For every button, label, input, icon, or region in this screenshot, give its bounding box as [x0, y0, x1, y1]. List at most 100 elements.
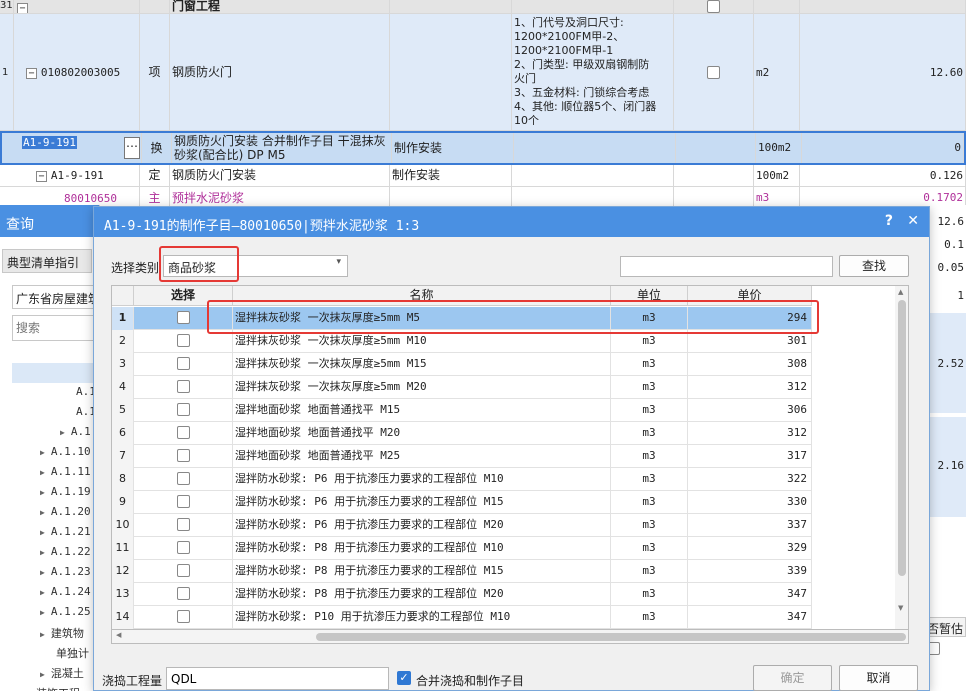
- row-index: 6: [112, 422, 134, 445]
- column-select[interactable]: 选择: [134, 286, 233, 306]
- confirm-button[interactable]: 确定: [753, 665, 832, 691]
- expand-arrow-icon[interactable]: ▶: [40, 508, 45, 517]
- expand-arrow-icon[interactable]: ▶: [40, 568, 45, 577]
- more-button[interactable]: ⋯: [124, 137, 140, 159]
- merge-checkbox[interactable]: ✓: [397, 671, 411, 685]
- row-price: 308: [688, 353, 812, 376]
- row-checkbox[interactable]: [176, 449, 190, 462]
- category-select[interactable]: 商品砂浆 ▾: [163, 255, 348, 277]
- row-checkbox[interactable]: [176, 357, 190, 370]
- tree-item[interactable]: ▶ 建筑物: [40, 625, 84, 641]
- tree-item[interactable]: ▶ A.1.10: [40, 445, 91, 458]
- table-row[interactable]: 14 湿拌防水砂浆: P10 用于抗渗压力要求的工程部位 M10 m3 347: [112, 606, 812, 629]
- vertical-scrollbar[interactable]: ▲ ▼: [895, 286, 908, 629]
- vertical-scrollbar-thumb[interactable]: [898, 300, 906, 576]
- row-checkbox[interactable]: [176, 426, 190, 439]
- table-row[interactable]: 6 湿拌地面砂浆 地面普通找平 M20 m3 312: [112, 422, 812, 445]
- tree-item[interactable]: ▶ A.1: [60, 425, 91, 438]
- expand-arrow-icon[interactable]: ▶: [40, 528, 45, 537]
- tree-item[interactable]: ▶ A.1.11: [40, 465, 91, 478]
- row-checkbox[interactable]: [176, 380, 190, 393]
- row-checkbox[interactable]: [176, 564, 190, 577]
- expand-arrow-icon[interactable]: ▶: [40, 670, 45, 679]
- expand-arrow-icon[interactable]: ▶: [40, 548, 45, 557]
- row-checkbox[interactable]: [176, 541, 190, 554]
- tree-item[interactable]: ▶ A.1.22: [40, 545, 91, 558]
- quota-spec: 制作安装: [390, 165, 512, 186]
- grid-row-item[interactable]: 1 − 010802003005 项 钢质防火门 1、门代号及洞口尺寸: 120…: [0, 14, 966, 131]
- tree-item-label: A.1.24: [50, 585, 91, 598]
- scroll-left-icon[interactable]: ◀: [116, 631, 121, 639]
- table-row[interactable]: 4 湿拌抹灰砂浆 一次抹灰厚度≥5mm M20 m3 312: [112, 376, 812, 399]
- checkbox[interactable]: [707, 66, 720, 79]
- scroll-down-icon[interactable]: ▼: [898, 604, 903, 612]
- tree-item[interactable]: ▶ A.1.21: [40, 525, 91, 538]
- horizontal-scrollbar-thumb[interactable]: [316, 633, 906, 641]
- item-name: 钢质防火门: [170, 14, 390, 130]
- table-row[interactable]: 9 湿拌防水砂浆: P6 用于抗渗压力要求的工程部位 M15 m3 330: [112, 491, 812, 514]
- tree-item[interactable]: ▶ A.1.20: [40, 505, 91, 518]
- tree-item[interactable]: ▶ A.1.25: [40, 605, 91, 618]
- table-row[interactable]: 8 湿拌防水砂浆: P6 用于抗渗压力要求的工程部位 M10 m3 322: [112, 468, 812, 491]
- table-row[interactable]: 7 湿拌地面砂浆 地面普通找平 M25 m3 317: [112, 445, 812, 468]
- row-checkbox[interactable]: [176, 610, 190, 623]
- query-panel-title: 查询: [0, 205, 99, 237]
- row-unit: m3: [611, 537, 688, 560]
- row-checkbox[interactable]: [176, 587, 190, 600]
- row-checkbox[interactable]: [176, 472, 190, 485]
- expand-arrow-icon[interactable]: ▶: [60, 428, 65, 437]
- expand-arrow-icon[interactable]: ▶: [40, 630, 45, 639]
- table-row[interactable]: 1 湿拌抹灰砂浆 一次抹灰厚度≥5mm M5 m3 294: [112, 307, 812, 330]
- column-name[interactable]: 名称: [233, 286, 611, 306]
- tree-item[interactable]: 单独计: [56, 645, 89, 661]
- expand-arrow-icon[interactable]: ▶: [40, 608, 45, 617]
- row-index: 12: [112, 560, 134, 583]
- column-price[interactable]: 单价: [688, 286, 812, 306]
- collapse-toggle-icon[interactable]: −: [26, 68, 37, 79]
- tree-item[interactable]: 装饰工程: [36, 685, 80, 691]
- row-checkbox[interactable]: [176, 334, 190, 347]
- collapse-toggle-icon[interactable]: −: [36, 171, 47, 182]
- grid-row-quota[interactable]: − A1-9-191 定 钢质防火门安装 制作安装 100m2 0.126: [0, 165, 966, 187]
- pour-quantity-input[interactable]: [166, 667, 389, 690]
- table-row[interactable]: 11 湿拌防水砂浆: P8 用于抗渗压力要求的工程部位 M10 m3 329: [112, 537, 812, 560]
- tree-item[interactable]: ▶ A.1.24: [40, 585, 91, 598]
- row-checkbox[interactable]: [176, 403, 190, 416]
- row-price: 330: [688, 491, 812, 514]
- close-icon[interactable]: ✕: [907, 213, 919, 229]
- table-row[interactable]: 3 湿拌抹灰砂浆 一次抹灰厚度≥5mm M15 m3 308: [112, 353, 812, 376]
- row-checkbox[interactable]: [176, 311, 190, 324]
- cancel-button[interactable]: 取消: [839, 665, 918, 691]
- category-value: 商品砂浆: [168, 261, 217, 275]
- horizontal-scrollbar[interactable]: ◀: [111, 630, 909, 644]
- table-row[interactable]: 2 湿拌抹灰砂浆 一次抹灰厚度≥5mm M10 m3 301: [112, 330, 812, 353]
- region-select[interactable]: 广东省房屋建筑: [12, 285, 96, 309]
- query-search-input[interactable]: [12, 315, 96, 341]
- grid-row-section[interactable]: 31 − 门窗工程: [0, 0, 966, 14]
- tree-selected-row: [12, 363, 100, 383]
- table-row[interactable]: 5 湿拌地面砂浆 地面普通找平 M15 m3 306: [112, 399, 812, 422]
- table-row[interactable]: 10 湿拌防水砂浆: P6 用于抗渗压力要求的工程部位 M20 m3 337: [112, 514, 812, 537]
- row-checkbox[interactable]: [176, 518, 190, 531]
- row-checkbox[interactable]: [176, 495, 190, 508]
- expand-arrow-icon[interactable]: ▶: [40, 468, 45, 477]
- collapse-toggle-icon[interactable]: −: [17, 3, 28, 13]
- tree-item[interactable]: ▶ A.1.19: [40, 485, 91, 498]
- table-row[interactable]: 12 湿拌防水砂浆: P8 用于抗渗压力要求的工程部位 M15 m3 339: [112, 560, 812, 583]
- column-unit[interactable]: 单位: [611, 286, 688, 306]
- expand-arrow-icon[interactable]: ▶: [40, 488, 45, 497]
- table-row[interactable]: 13 湿拌防水砂浆: P8 用于抗渗压力要求的工程部位 M20 m3 347: [112, 583, 812, 606]
- tab-typical-bill-guide[interactable]: 典型清单指引: [2, 249, 92, 273]
- help-button[interactable]: ?: [885, 213, 893, 229]
- tree-item[interactable]: ▶ A.1.23: [40, 565, 91, 578]
- material-table: 选择 名称 单位 单价 1 湿拌抹灰砂浆 一次抹灰厚度≥5mm M5 m3 294 2 湿…: [111, 285, 909, 630]
- search-button[interactable]: 查找: [839, 255, 909, 277]
- grid-row-substitute[interactable]: A1-9-191 ⋯ 换 钢质防火门安装 合并制作子目 干混抹灰砂浆(配合比) …: [0, 131, 966, 165]
- search-input[interactable]: [620, 256, 833, 277]
- tree-item[interactable]: ▶ 混凝土: [40, 665, 84, 681]
- row-index: 13: [112, 583, 134, 606]
- scroll-up-icon[interactable]: ▲: [898, 288, 903, 296]
- expand-arrow-icon[interactable]: ▶: [40, 588, 45, 597]
- checkbox[interactable]: [707, 0, 720, 13]
- expand-arrow-icon[interactable]: ▶: [40, 448, 45, 457]
